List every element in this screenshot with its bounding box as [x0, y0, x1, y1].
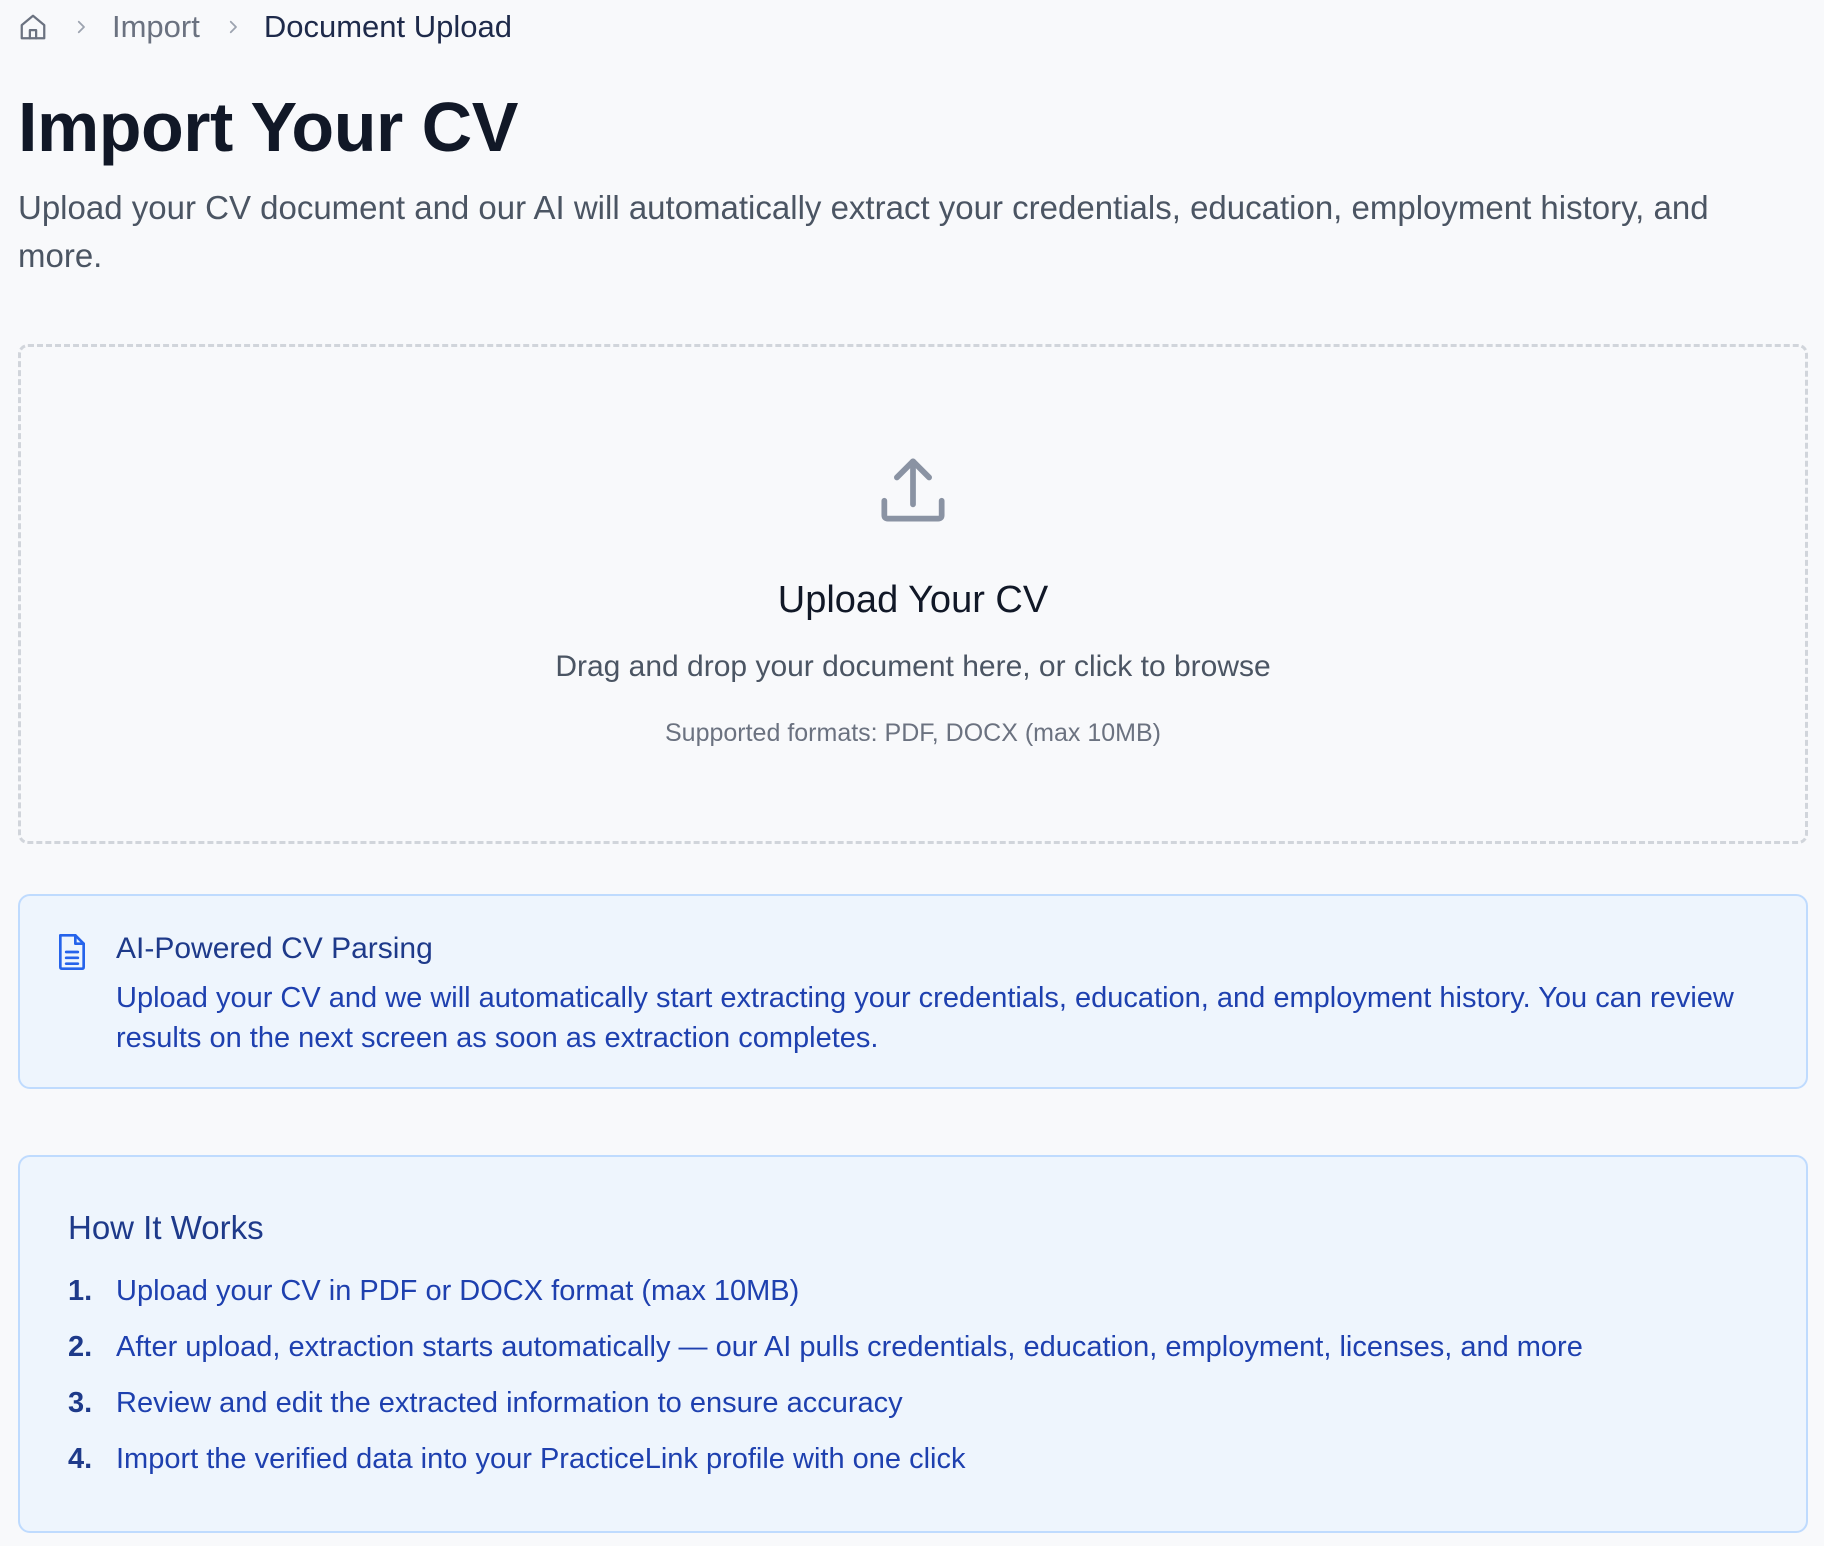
breadcrumb-item-import[interactable]: Import	[112, 9, 200, 45]
upload-hint: Drag and drop your document here, or cli…	[555, 650, 1271, 683]
home-icon[interactable]	[18, 12, 48, 42]
page-title: Import Your CV	[18, 88, 518, 166]
how-it-works-card: How It Works 1. Upload your CV in PDF or…	[18, 1155, 1808, 1533]
breadcrumb: Import Document Upload	[18, 0, 1806, 54]
document-icon	[54, 932, 90, 972]
step-number: 4.	[68, 1443, 93, 1475]
step-text: Import the verified data into your Pract…	[116, 1443, 966, 1475]
page-subtitle: Upload your CV document and our AI will …	[18, 189, 1709, 274]
step-item: 4. Import the verified data into your Pr…	[68, 1443, 1583, 1499]
step-item: 2. After upload, extraction starts autom…	[68, 1331, 1583, 1387]
upload-dropzone[interactable]: Upload Your CV Drag and drop your docume…	[18, 344, 1808, 844]
how-it-works-title: How It Works	[68, 1209, 264, 1246]
page: Import Document Upload Import Your CV Up…	[0, 0, 1824, 1546]
info-title: AI-Powered CV Parsing	[116, 932, 433, 965]
step-item: 1. Upload your CV in PDF or DOCX format …	[68, 1275, 1583, 1331]
upload-icon	[870, 447, 956, 533]
breadcrumb-item-document-upload: Document Upload	[263, 9, 512, 44]
upload-title: Upload Your CV	[777, 579, 1049, 621]
how-it-works-steps: 1. Upload your CV in PDF or DOCX format …	[68, 1275, 1583, 1499]
step-text: Review and edit the extracted informatio…	[116, 1387, 903, 1419]
ai-parsing-info-card: AI-Powered CV Parsing Upload your CV and…	[18, 894, 1808, 1089]
step-number: 1.	[68, 1275, 93, 1307]
info-text: Upload your CV and we will automatically…	[116, 982, 1734, 1054]
step-number: 3.	[68, 1387, 93, 1419]
step-item: 3. Review and edit the extracted informa…	[68, 1387, 1583, 1443]
supported-formats: Supported formats: PDF, DOCX (max 10MB)	[665, 719, 1161, 747]
step-text: After upload, extraction starts automati…	[116, 1331, 1583, 1363]
step-number: 2.	[68, 1331, 93, 1363]
chevron-right-icon	[72, 18, 90, 36]
step-text: Upload your CV in PDF or DOCX format (ma…	[116, 1275, 800, 1307]
chevron-right-icon	[224, 18, 242, 36]
